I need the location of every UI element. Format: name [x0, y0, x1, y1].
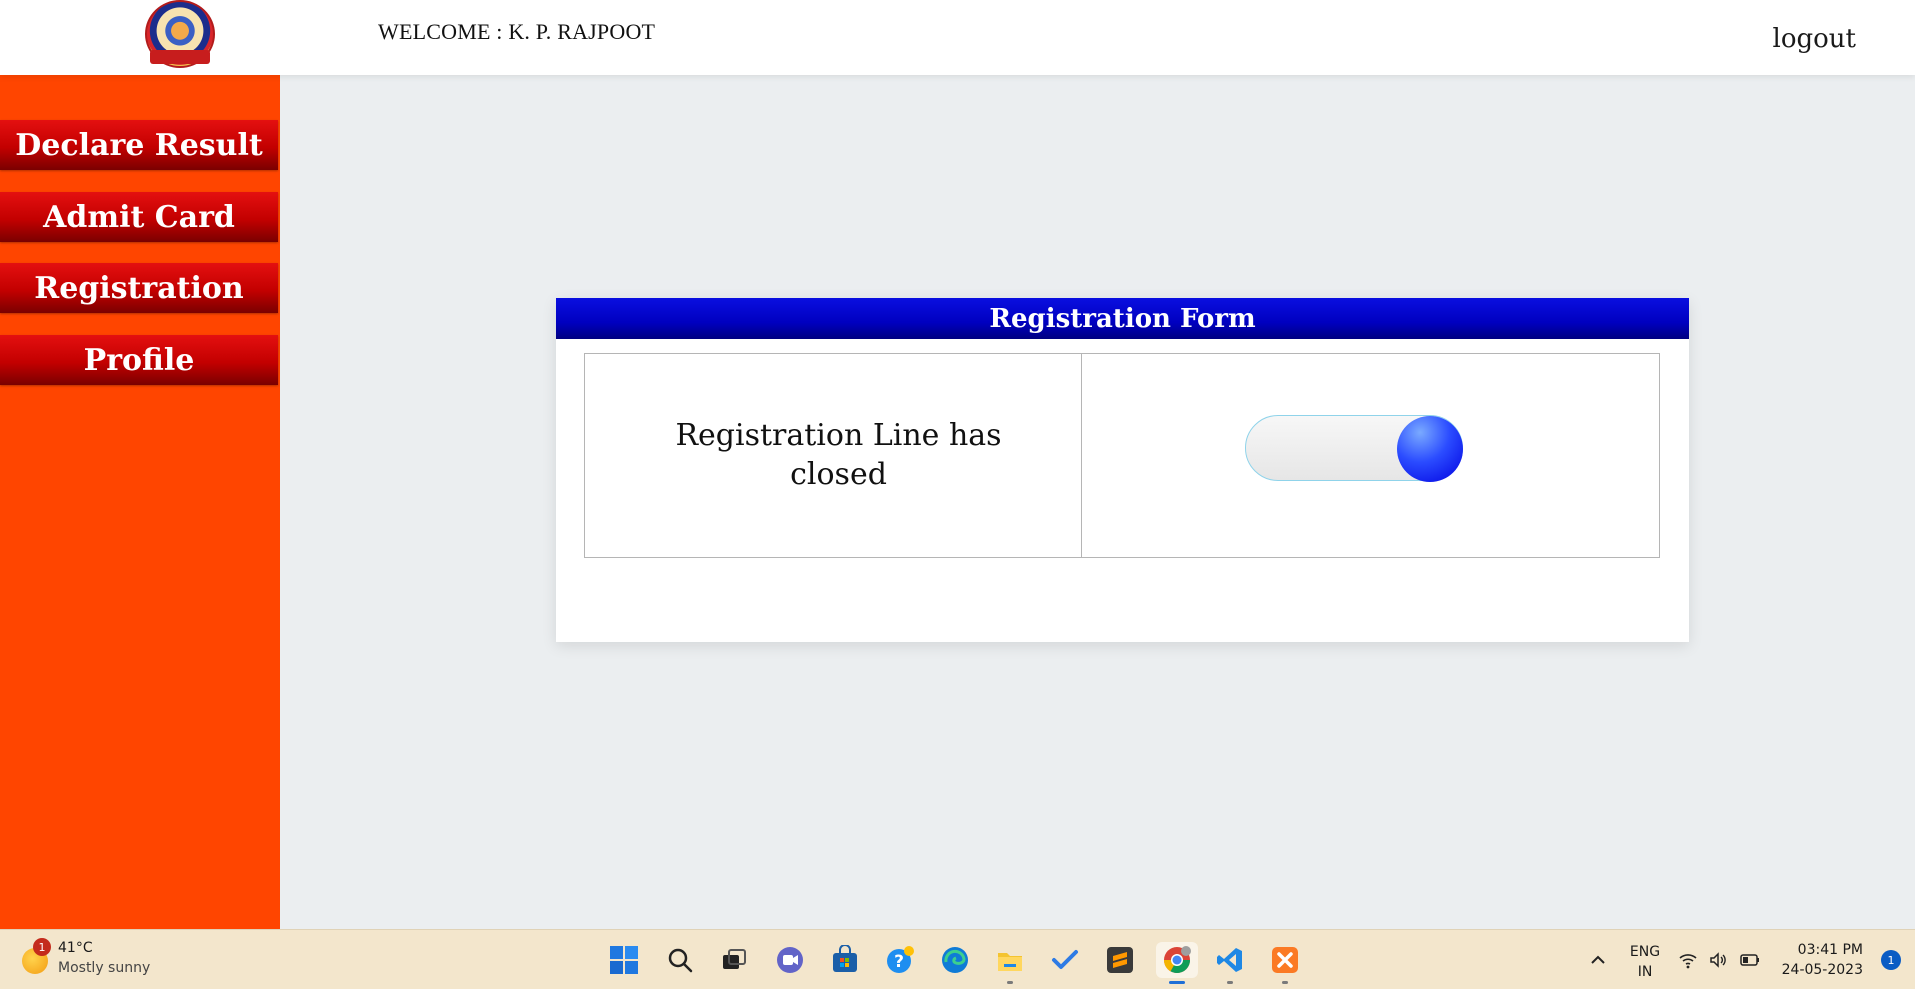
running-indicator	[1007, 981, 1013, 984]
get-help-icon[interactable]: ?	[882, 942, 918, 978]
svg-text:?: ?	[894, 952, 904, 972]
windows-start-icon[interactable]	[606, 942, 642, 978]
logout-link[interactable]: logout	[1773, 24, 1856, 54]
weather-notification-badge: 1	[33, 938, 51, 956]
sidebar-item-profile[interactable]: Profile	[0, 335, 278, 385]
registration-form-table: Registration Line has closed	[584, 353, 1660, 558]
volume-icon[interactable]	[1706, 942, 1730, 978]
registration-status-text: Registration Line has closed	[585, 416, 1082, 494]
toggle-knob	[1397, 416, 1463, 482]
wifi-icon[interactable]	[1676, 942, 1700, 978]
registration-card: Registration Form Registration Line has …	[556, 298, 1689, 642]
notification-badge[interactable]: 1	[1881, 950, 1901, 970]
welcome-text: WELCOME : K. P. RAJPOOT	[378, 19, 656, 44]
file-explorer-icon[interactable]	[992, 942, 1028, 984]
sidebar-item-registration[interactable]: Registration	[0, 263, 278, 313]
running-indicator	[1282, 981, 1288, 984]
card-title: Registration Form	[556, 298, 1689, 339]
sidebar-item-admit-card[interactable]: Admit Card	[0, 192, 278, 242]
vscode-icon[interactable]	[1212, 942, 1248, 984]
language-indicator[interactable]: ENG IN	[1625, 942, 1665, 982]
sidebar-item-declare-result[interactable]: Declare Result	[0, 120, 278, 170]
search-icon[interactable]	[662, 942, 698, 978]
sidebar: Declare Result Admit Card Registration P…	[0, 75, 280, 929]
system-clock[interactable]: 03:41 PM 24-05-2023	[1782, 940, 1863, 980]
status-line-2: closed	[790, 457, 887, 492]
clock-date: 24-05-2023	[1781, 962, 1863, 978]
logo-ribbon	[150, 50, 210, 64]
top-header: WELCOME : K. P. RAJPOOT logout	[0, 0, 1915, 75]
status-cell: Registration Line has closed	[585, 354, 1082, 557]
registration-toggle-switch[interactable]	[1245, 415, 1463, 482]
region-code: IN	[1637, 964, 1653, 980]
microsoft-store-icon[interactable]	[827, 942, 863, 978]
clock-time: 03:41 PM	[1797, 942, 1863, 958]
xampp-icon[interactable]	[1267, 942, 1303, 984]
todo-icon[interactable]	[1047, 942, 1083, 978]
weather-widget[interactable]: 1 41°C Mostly sunny	[20, 938, 160, 982]
task-view-icon[interactable]	[716, 942, 752, 978]
chrome-icon[interactable]	[1156, 942, 1198, 984]
sublime-text-icon[interactable]	[1102, 942, 1138, 978]
status-line-1: Registration Line has	[675, 418, 1002, 453]
edge-browser-icon[interactable]	[937, 942, 973, 978]
language-code: ENG	[1629, 944, 1661, 960]
teams-chat-icon[interactable]	[772, 942, 808, 978]
toggle-cell	[1082, 354, 1659, 557]
running-indicator	[1227, 981, 1233, 984]
weather-temperature: 41°C	[58, 940, 93, 956]
weather-description: Mostly sunny	[58, 960, 151, 976]
windows-taskbar: 1 41°C Mostly sunny ? ENG IN 03:41 PM 24…	[0, 929, 1915, 989]
chevron-up-icon[interactable]	[1580, 942, 1616, 978]
battery-icon[interactable]	[1738, 942, 1762, 978]
active-app-indicator	[1169, 981, 1185, 984]
